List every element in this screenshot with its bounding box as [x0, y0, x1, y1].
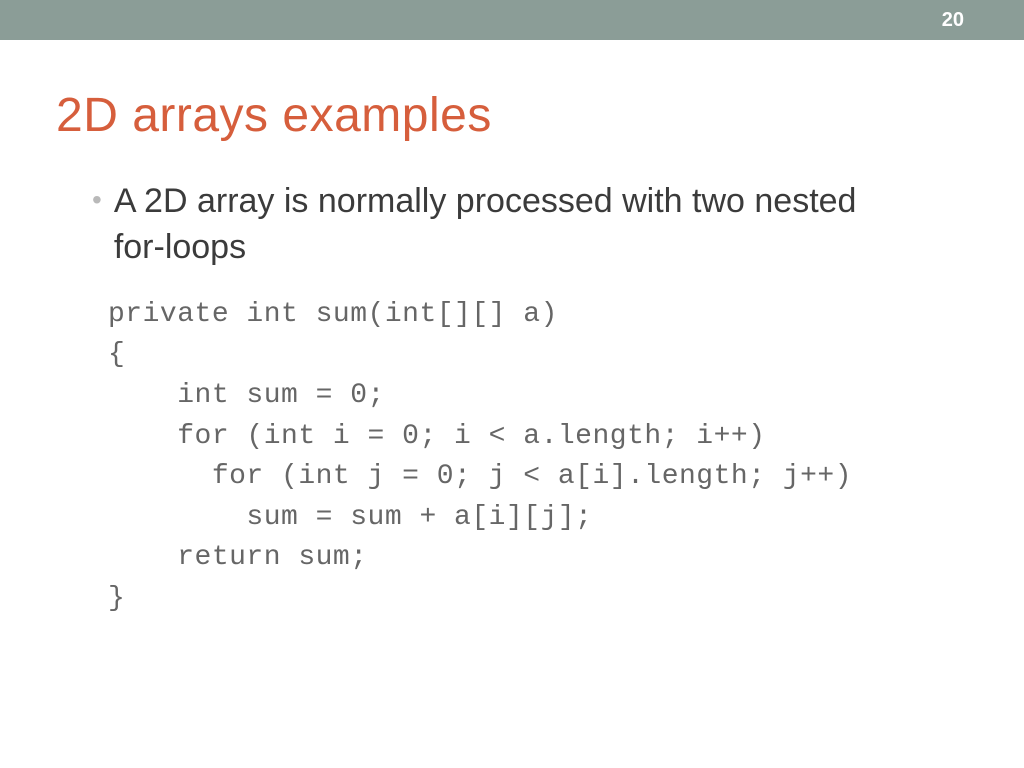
slide-content: 2D arrays examples • A 2D array is norma… [0, 40, 1024, 620]
bullet-dot-icon: • [92, 181, 102, 219]
slide-number: 20 [942, 9, 964, 32]
code-block: private int sum(int[][] a) { int sum = 0… [108, 295, 968, 620]
slide-top-bar: 20 [0, 0, 1024, 40]
bullet-item: • A 2D array is normally processed with … [92, 179, 968, 271]
bullet-text: A 2D array is normally processed with tw… [114, 179, 914, 271]
slide-title: 2D arrays examples [56, 88, 968, 143]
